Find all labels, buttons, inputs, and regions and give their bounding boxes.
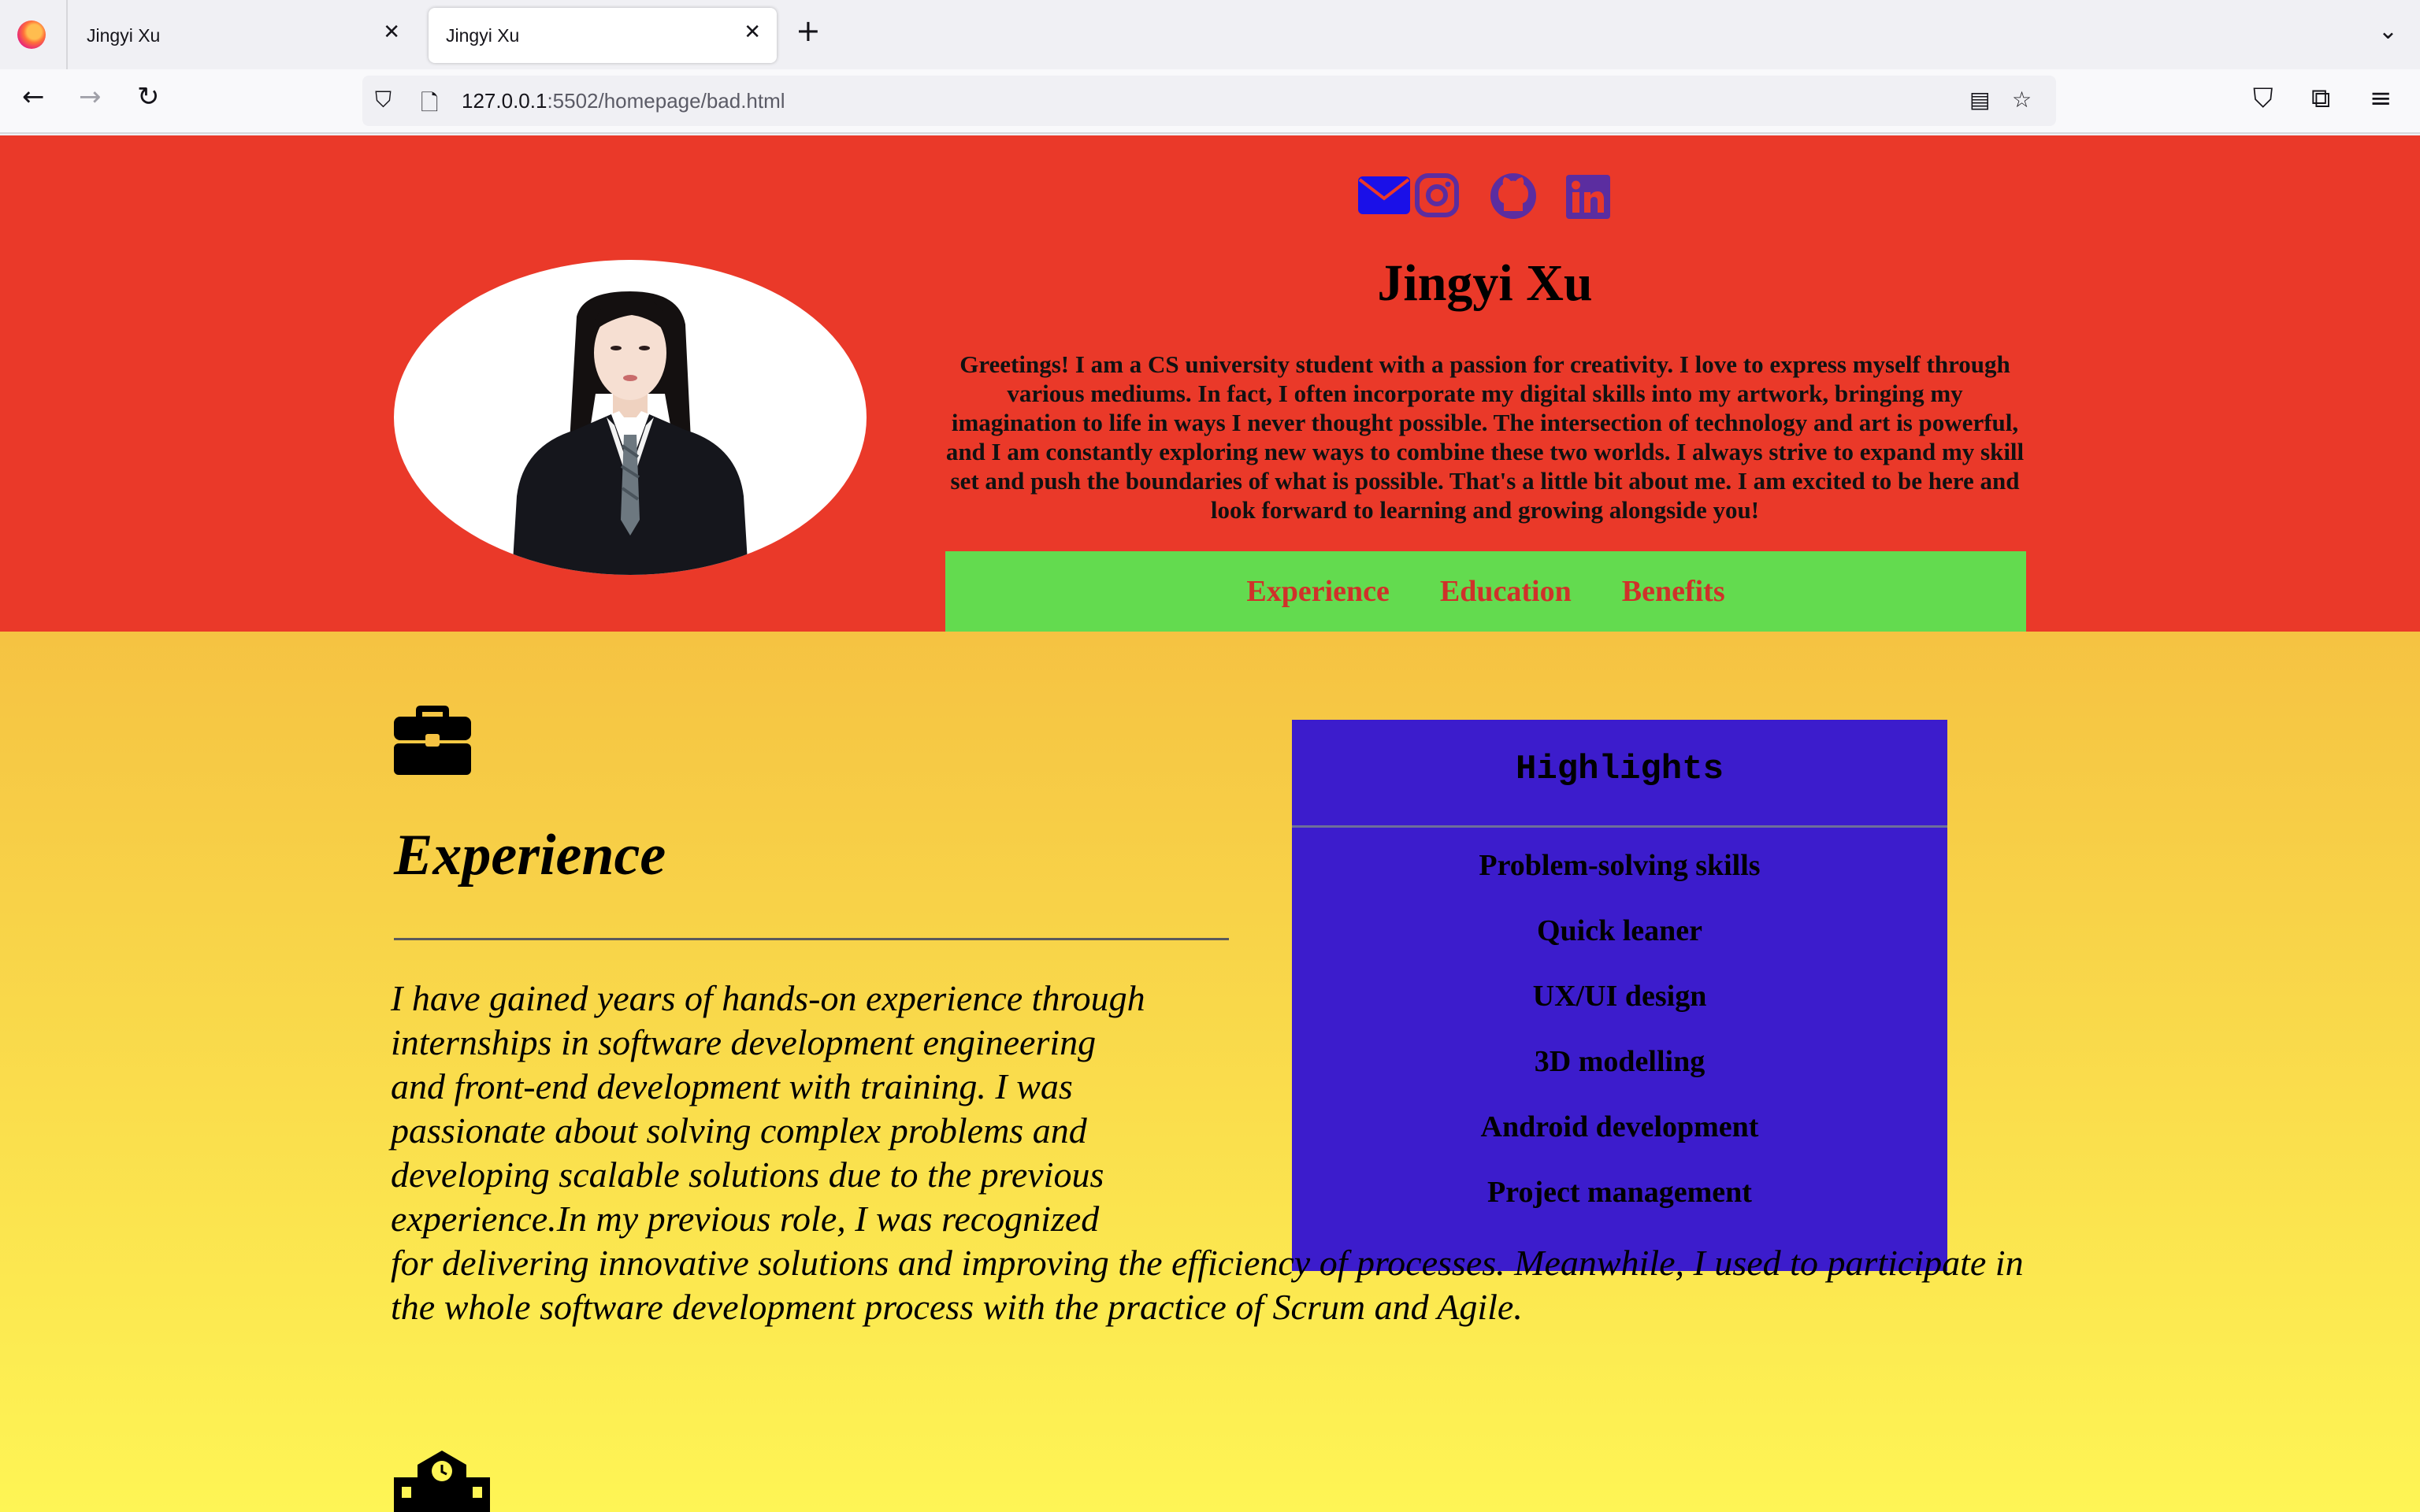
shield-icon[interactable]: ⛉ — [375, 87, 392, 113]
firefox-logo-icon[interactable] — [17, 20, 46, 49]
highlight-item: Quick leaner — [1536, 914, 1703, 947]
reader-view-icon[interactable]: ▤ — [1969, 87, 1990, 113]
instagram-icon[interactable] — [1415, 173, 1459, 217]
tab-title: Jingyi Xu — [87, 25, 161, 46]
highlights-divider — [1292, 825, 1947, 828]
url-path: :5502/homepage/bad.html — [547, 89, 785, 113]
experience-heading: Experience — [394, 823, 666, 888]
person-portrait-image — [512, 291, 748, 575]
highlight-item: Problem-solving skills — [1479, 849, 1761, 882]
page-icon[interactable]: 🗋 — [421, 87, 439, 124]
url-host: 127.0.0.1 — [462, 89, 547, 113]
nav-link-benefits[interactable]: Benefits — [1622, 574, 1725, 609]
nav-link-experience[interactable]: Experience — [1246, 574, 1390, 609]
extensions-icon[interactable]: ⧉ — [2311, 85, 2330, 112]
section-divider — [394, 938, 1229, 940]
address-bar[interactable]: ⛉ 🗋 127.0.0.1:5502/homepage/bad.html ▤ ☆ — [362, 76, 2056, 126]
section-nav: Experience Education Benefits — [945, 551, 2026, 632]
briefcase-icon — [394, 702, 471, 779]
linkedin-icon[interactable] — [1566, 175, 1610, 219]
url-text[interactable]: 127.0.0.1:5502/homepage/bad.html — [462, 89, 785, 113]
profile-name: Jingyi Xu — [1377, 254, 1593, 312]
text-float-spacer — [1147, 976, 2029, 1228]
tab-divider — [66, 0, 68, 69]
web-page: Jingyi Xu Greetings! I am a CS universit… — [0, 135, 2420, 1512]
profile-header: Jingyi Xu Greetings! I am a CS universit… — [0, 135, 2420, 632]
profile-photo — [394, 260, 867, 575]
profile-bio: Greetings! I am a CS university student … — [945, 350, 2025, 524]
forward-arrow-icon[interactable]: → — [79, 83, 102, 110]
reload-icon[interactable]: ↻ — [137, 83, 160, 110]
browser-tab-strip: Jingyi Xu ✕ Jingyi Xu ✕ + ⌄ — [0, 0, 2420, 69]
close-icon[interactable]: ✕ — [383, 20, 400, 44]
bookmark-star-icon[interactable]: ☆ — [2012, 87, 2032, 113]
browser-tab[interactable]: Jingyi Xu ✕ — [69, 8, 416, 63]
envelope-icon[interactable] — [1358, 175, 1410, 216]
close-icon[interactable]: ✕ — [744, 20, 761, 44]
pocket-icon[interactable]: ⛉ — [2253, 85, 2273, 112]
new-tab-icon[interactable]: + — [796, 16, 821, 46]
github-icon[interactable] — [1489, 172, 1538, 220]
browser-tab-active[interactable]: Jingyi Xu ✕ — [429, 8, 777, 63]
school-icon — [394, 1451, 490, 1512]
browser-navigation-bar: ← → ↻ ⛉ 🗋 127.0.0.1:5502/homepage/bad.ht… — [0, 69, 2420, 134]
nav-link-education[interactable]: Education — [1440, 574, 1572, 609]
menu-icon[interactable]: ≡ — [2370, 85, 2392, 112]
highlights-heading: Highlights — [1515, 750, 1724, 789]
tab-title: Jingyi Xu — [446, 25, 520, 46]
chevron-down-icon[interactable]: ⌄ — [2378, 17, 2398, 45]
back-arrow-icon[interactable]: ← — [22, 83, 45, 110]
experience-text: I have gained years of hands-on experien… — [391, 976, 2029, 1329]
